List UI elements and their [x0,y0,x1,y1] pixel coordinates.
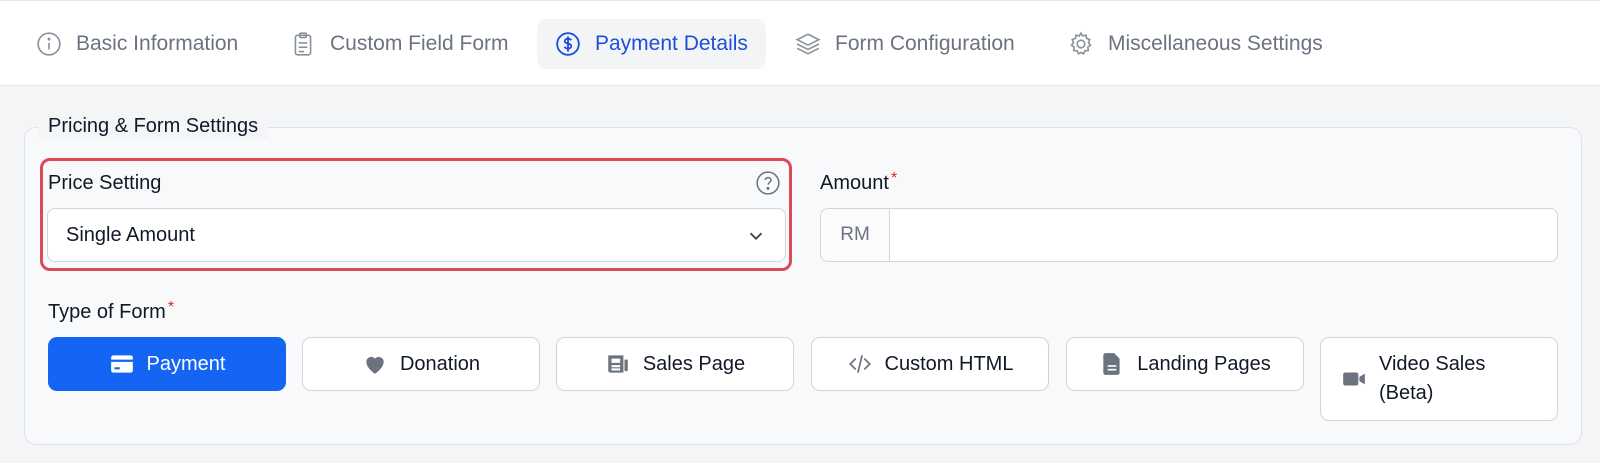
info-icon [36,31,62,57]
tab-custom-field-form[interactable]: Custom Field Form [290,19,509,69]
form-type-label: Donation [399,352,481,375]
form-type-custom-html-button[interactable]: Custom HTML [811,337,1049,391]
form-type-label: Payment [146,352,226,375]
document-icon [1099,351,1125,377]
newspaper-icon [605,351,631,377]
form-type-label: Custom HTML [884,352,1014,375]
form-type-landing-pages-button[interactable]: Landing Pages [1066,337,1304,391]
type-of-form-label-text: Type of Form [48,301,166,323]
heart-icon [362,351,388,377]
price-setting-select[interactable]: Single Amount [47,208,786,262]
form-type-video-sales-button[interactable]: Video Sales (Beta) [1320,337,1558,421]
code-icon [847,351,873,377]
amount-label-text: Amount [820,172,889,194]
price-setting-value: Single Amount [66,223,195,246]
tab-label: Form Configuration [835,32,1015,55]
price-setting-label: Price Setting [48,172,162,194]
layers-icon [795,31,821,57]
tab-label: Custom Field Form [330,32,509,55]
clipboard-icon [290,31,316,57]
tab-miscellaneous-settings[interactable]: Miscellaneous Settings [1068,19,1323,69]
tab-form-configuration[interactable]: Form Configuration [795,19,1015,69]
amount-input-group: RM [820,208,1558,262]
form-type-donation-button[interactable]: Donation [302,337,540,391]
form-type-label: Landing Pages [1137,352,1271,375]
section-title: Pricing & Form Settings [38,113,269,139]
dollar-icon [555,31,581,57]
required-mark: * [167,299,175,316]
form-type-label: Sales Page [642,352,746,375]
required-mark: * [890,170,898,187]
tab-label: Miscellaneous Settings [1108,32,1323,55]
currency-prefix: RM [821,209,890,261]
tab-bar: Basic Information Custom Field Form Paym… [0,0,1600,86]
tab-label: Payment Details [595,32,748,55]
video-icon [1341,366,1367,392]
type-of-form-label: Type of Form * [48,299,174,325]
amount-label: Amount * [820,170,897,196]
form-type-label: Video Sales (Beta) [1379,353,1486,404]
card-icon [109,351,135,377]
help-icon[interactable] [755,170,781,196]
tab-payment-details[interactable]: Payment Details [537,19,766,69]
form-type-sales-page-button[interactable]: Sales Page [556,337,794,391]
chevron-down-icon [745,225,767,247]
tab-basic-information[interactable]: Basic Information [36,19,238,69]
form-type-payment-button[interactable]: Payment [48,337,286,391]
gear-icon [1068,31,1094,57]
amount-input[interactable] [890,209,1557,261]
tab-label: Basic Information [76,32,239,55]
